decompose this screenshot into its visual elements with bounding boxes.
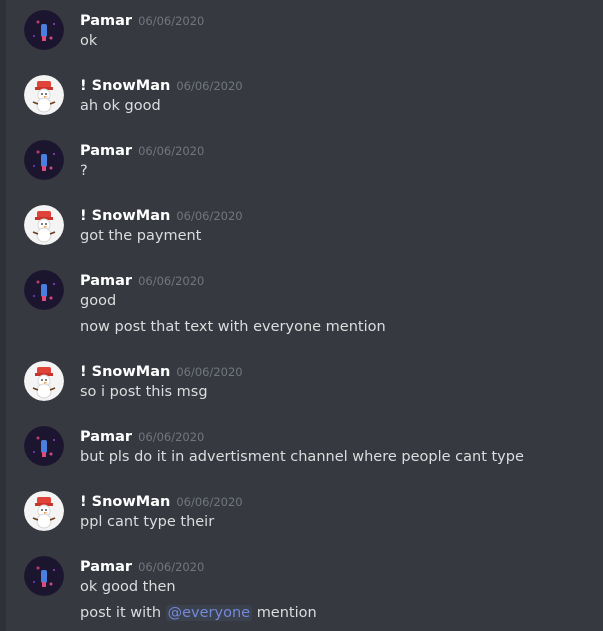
- message-text: but pls do it in advertisment channel wh…: [80, 449, 524, 465]
- message-text: good: [80, 293, 117, 309]
- message-header: ! SnowMan 06/06/2020: [80, 75, 243, 95]
- username[interactable]: ! SnowMan: [80, 494, 170, 510]
- snowman-avatar[interactable]: [24, 205, 64, 245]
- pamar-avatar[interactable]: [24, 140, 64, 180]
- message-header: Pamar 06/06/2020: [80, 270, 204, 290]
- message-text: ok: [80, 33, 98, 49]
- username[interactable]: ! SnowMan: [80, 364, 170, 380]
- message-header: Pamar 06/06/2020: [80, 140, 204, 160]
- message-text: so i post this msg: [80, 384, 208, 400]
- message-text: now post that text with everyone mention: [80, 319, 386, 335]
- username[interactable]: ! SnowMan: [80, 208, 170, 224]
- message-header: ! SnowMan 06/06/2020: [80, 361, 243, 381]
- message-text: ?: [80, 163, 88, 179]
- pamar-avatar[interactable]: [24, 270, 64, 310]
- snowman-avatar[interactable]: [24, 361, 64, 401]
- message-header: ! SnowMan 06/06/2020: [80, 491, 243, 511]
- timestamp: 06/06/2020: [176, 495, 243, 509]
- message-text: ah ok good: [80, 98, 161, 114]
- message-header: Pamar 06/06/2020: [80, 426, 204, 446]
- message-header: Pamar 06/06/2020: [80, 10, 204, 30]
- pamar-avatar[interactable]: [24, 556, 64, 596]
- message-text-prefix: post it with: [80, 605, 162, 621]
- username[interactable]: Pamar: [80, 273, 132, 289]
- username[interactable]: Pamar: [80, 13, 132, 29]
- message-text: ok good then: [80, 579, 176, 595]
- message-text: got the payment: [80, 228, 202, 244]
- message-header: Pamar 06/06/2020: [80, 556, 204, 576]
- timestamp: 06/06/2020: [176, 365, 243, 379]
- username[interactable]: ! SnowMan: [80, 78, 170, 94]
- timestamp: 06/06/2020: [138, 144, 205, 158]
- username[interactable]: Pamar: [80, 559, 132, 575]
- timestamp: 06/06/2020: [138, 274, 205, 288]
- timestamp: 06/06/2020: [138, 560, 205, 574]
- pamar-avatar[interactable]: [24, 10, 64, 50]
- snowman-avatar[interactable]: [24, 75, 64, 115]
- snowman-avatar[interactable]: [24, 491, 64, 531]
- username[interactable]: Pamar: [80, 143, 132, 159]
- timestamp: 06/06/2020: [176, 209, 243, 223]
- pamar-avatar[interactable]: [24, 426, 64, 466]
- timestamp: 06/06/2020: [176, 79, 243, 93]
- everyone-mention[interactable]: @everyone: [165, 605, 253, 621]
- username[interactable]: Pamar: [80, 429, 132, 445]
- timestamp: 06/06/2020: [138, 14, 205, 28]
- message-list: Pamar 06/06/2020 ok ! SnowMan 06/06/2020 a…: [0, 0, 603, 631]
- timestamp: 06/06/2020: [138, 430, 205, 444]
- message-text: ppl cant type their: [80, 514, 215, 530]
- message-header: ! SnowMan 06/06/2020: [80, 205, 243, 225]
- message-text-suffix: mention: [256, 605, 317, 621]
- message-text-with-mention: post it with @everyone mention: [80, 605, 317, 621]
